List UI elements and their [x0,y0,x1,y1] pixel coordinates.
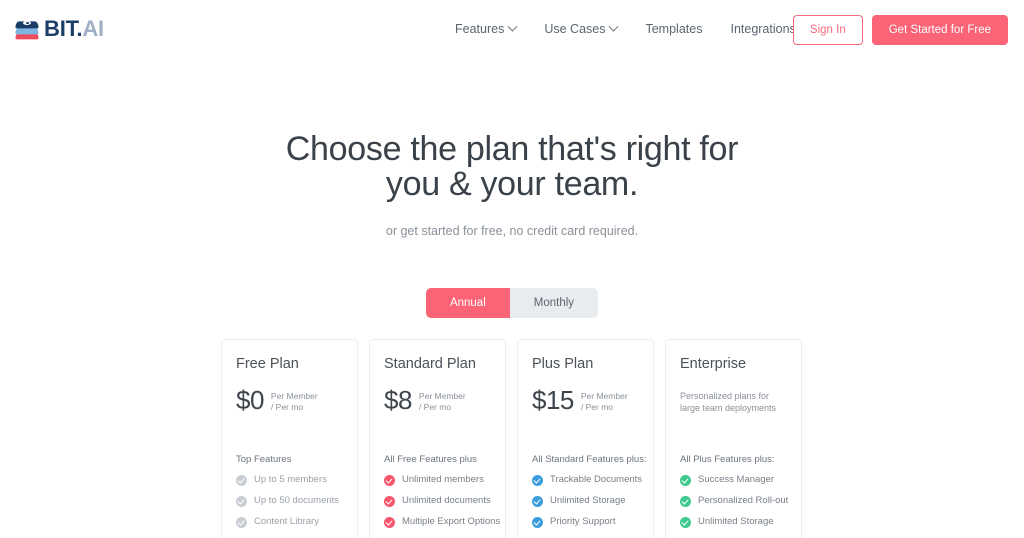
check-circle-icon [532,495,543,507]
nav-item-templates[interactable]: Templates [631,21,716,37]
feature-item: Success Manager [680,474,787,486]
feature-item: Unlimited members [384,474,491,486]
chevron-down-icon [609,21,619,32]
price-meta-line-1: Per Member [580,391,628,401]
features-heading: Top Features [236,454,292,465]
nav-item-features[interactable]: Features [455,21,530,37]
plan-description-line-1: Personalized plans for [680,391,770,401]
billing-toggle-annual[interactable]: Annual [425,288,510,318]
feature-label: Content Library [254,516,319,527]
feature-label: Unlimited Storage [550,495,626,506]
feature-label: Up to 5 members [254,474,327,485]
brand-name-secondary: AI [82,16,104,41]
plan-name: Standard Plan [384,356,476,372]
check-circle-icon [680,474,691,486]
check-circle-icon [236,474,247,486]
check-circle-icon [680,516,691,528]
check-circle-icon [680,495,691,507]
feature-label: Up to 50 documents [254,495,340,506]
feature-item: Trackable Documents [532,474,643,486]
brand-name-primary: BIT. [44,16,83,41]
price-meta-line-2: / Per mo [270,402,304,412]
stacked-layers-logo-icon [14,17,40,41]
nav-item-label: Features [455,22,505,36]
hero-subtitle: or get started for free, no credit card … [385,224,639,238]
plan-price-meta: Per Member / Per mo [419,386,466,413]
billing-toggle: Annual Monthly [425,288,599,318]
nav-item-label: Use Cases [544,22,606,36]
nav-item-label: Integrations [730,22,796,36]
feature-label: Unlimited documents [402,495,491,506]
brand-logo[interactable]: BIT.AI [14,17,104,41]
pricing-card-standard[interactable]: Standard Plan $8 Per Member / Per mo All… [369,339,508,538]
price-meta-line-2: / Per mo [580,402,614,412]
nav-item-label: Templates [645,22,703,36]
plan-name: Plus Plan [532,356,594,372]
feature-label: Personalized Roll-out [698,495,789,506]
feature-item: Unlimited Storage [680,516,787,528]
price-meta-line-1: Per Member [270,391,318,401]
check-circle-icon [384,516,395,528]
plan-price-row: Personalized plans for large team deploy… [680,386,787,420]
price-meta-line-2: / Per mo [418,402,452,412]
plan-name: Enterprise [680,356,747,372]
check-circle-icon [532,474,543,486]
plan-description: Personalized plans for large team deploy… [680,386,776,414]
feature-label: Trackable Documents [550,474,643,485]
billing-toggle-wrap: Annual Monthly [0,288,1024,318]
plan-description-line-2: large team deployments [680,403,777,413]
plan-price: $0 [236,385,264,415]
header-actions: Sign In Get Started for Free [792,15,1008,45]
hero-section: Choose the plan that's right for you & y… [0,58,1024,239]
feature-item: Priority Support [532,516,639,528]
pricing-card-free[interactable]: Free Plan $0 Per Member / Per mo Top Fea… [221,339,358,538]
site-header: BIT.AI Features Use Cases Templates Inte… [0,0,1024,58]
page-title-line-2: you & your team. [385,165,639,203]
sign-in-button[interactable]: Sign In [792,15,863,45]
feature-item: Unlimited Storage [532,495,639,507]
plan-price: $15 [532,385,574,415]
feature-item: Unlimited documents [384,495,491,507]
feature-item: Multiple Export Options [384,516,500,528]
page-title-line-1: Choose the plan that's right for [285,130,739,168]
plan-price: $8 [384,385,412,415]
feature-item: Up to 5 members [236,474,343,486]
price-meta-line-1: Per Member [418,391,466,401]
pricing-card-enterprise[interactable]: Enterprise Personalized plans for large … [665,339,802,538]
plan-price-meta: Per Member / Per mo [271,386,318,413]
nav-item-use-cases[interactable]: Use Cases [530,21,631,37]
features-heading: All Plus Features plus: [680,454,775,465]
page-title: Choose the plan that's right for you & y… [0,132,1024,202]
feature-label: Priority Support [550,516,616,527]
check-circle-icon [236,495,247,507]
plan-price-row: $8 Per Member / Per mo [384,386,491,420]
feature-item: Content Library [236,516,343,528]
check-circle-icon [384,495,395,507]
feature-item: Personalized Roll-out [680,495,789,507]
feature-label: Unlimited Storage [698,516,774,527]
check-circle-icon [532,516,543,528]
feature-item: Up to 50 documents [236,495,343,507]
feature-label: Success Manager [698,474,775,485]
plan-price-row: $15 Per Member / Per mo [532,386,639,420]
plan-name: Free Plan [236,356,299,372]
pricing-card-plus[interactable]: Plus Plan $15 Per Member / Per mo All St… [517,339,655,538]
check-circle-icon [384,474,395,486]
get-started-button[interactable]: Get Started for Free [871,15,1008,45]
check-circle-icon [236,516,247,528]
features-heading: All Free Features plus [384,454,477,465]
plan-price-meta: Per Member / Per mo [581,386,628,413]
feature-label: Unlimited members [402,474,484,485]
pricing-cards: Free Plan $0 Per Member / Per mo Top Fea… [0,339,1024,538]
plan-price-row: $0 Per Member / Per mo [236,386,343,420]
feature-label: Multiple Export Options [402,516,501,527]
chevron-down-icon [507,21,518,32]
features-heading: All Standard Features plus: [532,454,647,465]
brand-wordmark: BIT.AI [44,18,104,40]
billing-toggle-monthly[interactable]: Monthly [509,288,599,318]
